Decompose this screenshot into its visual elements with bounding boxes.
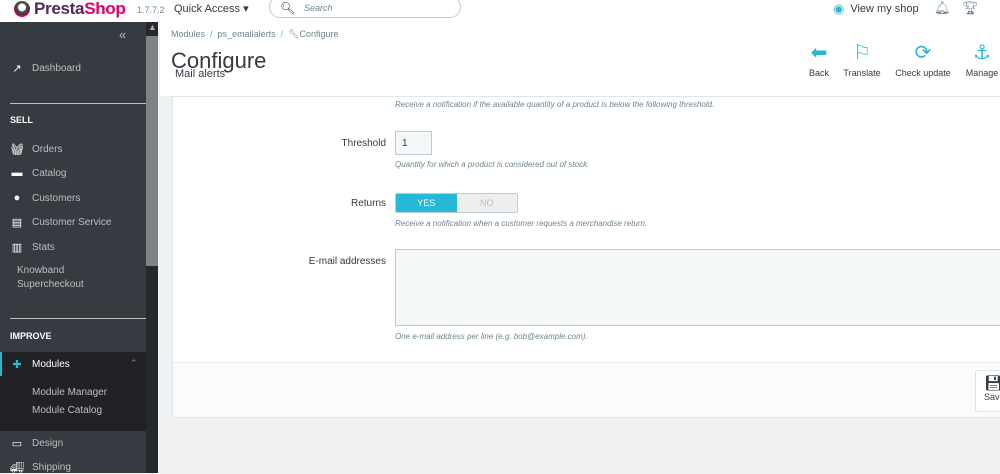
email-label: E-mail addresses [308,256,386,267]
account-icon: ● [13,192,21,204]
chat-icon: ▤ [11,217,23,229]
divider [10,318,146,319]
sidebar-item-module-manager[interactable]: Module Manager [32,387,107,398]
bell-icon[interactable]: 🔔︎ [934,0,951,16]
manage-hooks-button[interactable]: ⚓︎ Manage [962,40,1000,78]
label: Back [808,68,829,78]
modules-submenu [0,376,146,431]
store-icon: ▬ [11,167,23,179]
breadcrumb: Modules / ps_emailalerts / 🔧︎Configure [171,29,339,39]
panel-footer [173,362,1000,417]
sidebar-item-catalog[interactable]: ▬ Catalog [10,167,67,179]
sidebar-item-dashboard[interactable]: ↗ Dashboard [10,62,81,75]
returns-label: Returns [350,198,386,209]
scroll-up-icon[interactable]: ▲ [148,22,157,32]
label: Catalog [32,167,67,179]
breadcrumb-modules[interactable]: Modules [171,29,205,39]
breadcrumb-current: Configure [299,29,339,39]
sidebar-item-module-catalog[interactable]: Module Catalog [32,405,102,416]
back-arrow-icon: ⬅ [810,42,828,64]
sidebar-item-design[interactable]: ▭ Design [10,437,63,450]
logo-icon [14,1,30,17]
scrollbar-thumb[interactable] [146,36,158,266]
threshold-label: Threshold [341,138,386,149]
label: Manage [965,68,999,78]
help-text: Quantity for which a product is consider… [395,160,590,169]
sidebar-item-orders[interactable]: 🧺︎ Orders [10,143,63,156]
label: Customer Service [32,217,112,228]
chart-icon: ▥ [11,242,23,254]
label: Dashboard [32,63,81,74]
label: Orders [32,144,63,155]
label: Stats [32,242,55,253]
flag-icon: ⚐ [853,42,871,64]
sidebar-item-customer-service[interactable]: ▤ Customer Service [10,216,112,229]
truck-icon: 🚚︎ [10,462,24,474]
floppy-icon: 💾︎ [984,375,1000,392]
sidebar-item-shipping[interactable]: 🚚︎ Shipping [10,461,71,474]
check-update-button[interactable]: ⟳ Check update [892,40,954,78]
divider [10,103,146,104]
view-my-shop-link[interactable]: ◉ View my shop [833,1,919,17]
sidebar-item-stats[interactable]: ▥ Stats [10,241,55,254]
returns-toggle[interactable]: YES NO [395,193,518,213]
search-icon: 🔍︎ [280,1,296,15]
threshold-input[interactable]: 1 [395,131,432,155]
label: Save [984,392,1000,402]
label: Knowband [17,265,65,276]
email-addresses-textarea[interactable] [395,249,1000,326]
breadcrumb-module[interactable]: ps_emailalerts [218,29,276,39]
brand-part: Shop [84,0,126,18]
save-button[interactable]: 💾︎Save [975,370,1000,412]
help-text: Receive a notification when a customer r… [395,219,648,228]
trophy-icon[interactable]: 🏆︎ [962,0,979,16]
help-text: One e-mail address per line (e.g. bob@ex… [395,332,588,341]
puzzle-icon: ✚ [12,359,22,371]
back-button[interactable]: ⬅ Back [806,40,832,78]
label: Module Catalog [32,405,103,416]
label: Customers [32,192,81,204]
label: Design [32,438,64,449]
section-heading-improve: IMPROVE [10,331,52,341]
monitor-icon: ▭ [11,438,23,450]
help-text: Receive a notification if the available … [395,100,715,109]
view-shop-label: View my shop [850,3,919,15]
search-placeholder: Search [304,3,333,13]
basket-icon: 🧺︎ [10,144,24,156]
label: Module Manager [32,387,108,398]
anchor-icon: ⚓︎ [973,42,991,64]
section-heading-sell: SELL [10,115,34,125]
sidebar-item-modules[interactable]: ✚ Modules [10,358,70,371]
label: Check update [895,68,951,78]
label: Translate [843,68,881,78]
wrench-icon: 🔧︎ [288,29,300,39]
trending-icon: ↗ [12,63,22,75]
translate-button[interactable]: ⚐ Translate [840,40,884,78]
yes-option[interactable]: YES [396,194,457,212]
version: 1.7.7.2 [137,5,165,15]
search-input[interactable]: 🔍︎ Search [269,0,461,18]
label: Modules [32,359,70,370]
refresh-icon: ⟳ [914,42,932,64]
label: Supercheckout [17,279,84,290]
no-option[interactable]: NO [456,194,517,212]
page-subtitle: Mail alerts [175,68,226,80]
label: Shipping [32,462,71,473]
sidebar-item-customers[interactable]: ● Customers [10,192,81,204]
collapse-sidebar-icon[interactable]: « [119,27,126,42]
quick-access-dropdown[interactable]: Quick Access ▾ [174,2,249,15]
brand-part: Presta [34,0,85,18]
sidebar-item-knowband[interactable]: Knowband Supercheckout [17,265,84,290]
prestashop-logo[interactable]: PrestaShop [14,0,126,18]
chevron-up-icon[interactable]: ⌃ [130,358,138,369]
eye-icon: ◉ [833,1,845,16]
